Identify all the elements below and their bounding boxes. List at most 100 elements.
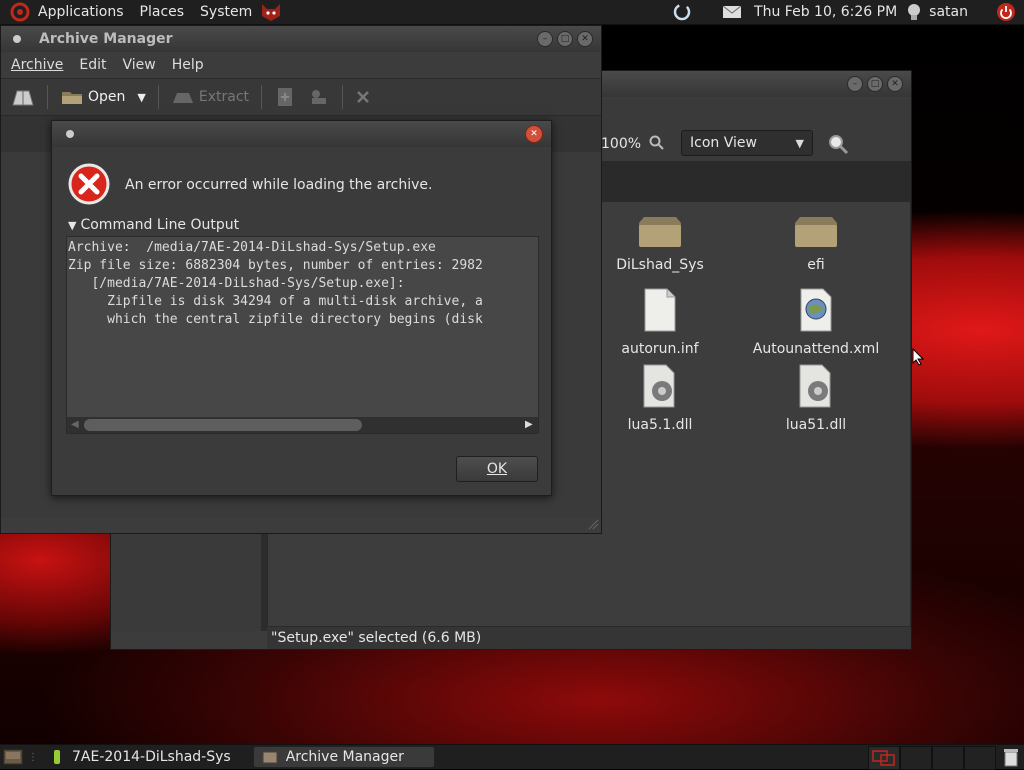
output-line: Zip file size: 6882304 bytes, number of …: [68, 258, 483, 273]
archive-manager-titlebar[interactable]: Archive Manager – □ ✕: [1, 26, 601, 52]
chevron-down-icon: ▼: [795, 136, 804, 150]
file-name: DiLshad_Sys: [616, 257, 704, 273]
error-icon: [68, 163, 110, 205]
open-button-label: Open: [88, 89, 126, 105]
horizontal-scrollbar[interactable]: ◀ ▶: [67, 417, 538, 433]
scroll-left-icon[interactable]: ◀: [71, 419, 79, 430]
file-name: autorun.inf: [621, 341, 699, 357]
output-line: which the central zipfile directory begi…: [68, 312, 483, 327]
file-item-dilshad-sys[interactable]: DiLshad_Sys: [590, 215, 730, 273]
command-output-text: Archive: /media/7AE-2014-DiLshad-Sys/Set…: [68, 239, 538, 417]
open-dropdown-button[interactable]: ▼: [131, 82, 151, 112]
output-line: [/media/7AE-2014-DiLshad-Sys/Setup.exe]:: [68, 276, 405, 291]
window-title: Archive Manager: [39, 31, 173, 47]
workspace-1[interactable]: [868, 746, 900, 770]
menu-help[interactable]: Help: [164, 57, 212, 73]
distro-logo-icon[interactable]: [10, 2, 30, 22]
extract-icon: [172, 93, 193, 103]
maximize-icon[interactable]: □: [557, 31, 573, 47]
search-icon[interactable]: [827, 133, 849, 155]
dialog-close-icon[interactable]: ✕: [525, 125, 543, 143]
panel-grip-icon: ⋮: [28, 751, 38, 763]
workspace-switcher[interactable]: [868, 746, 996, 770]
file-name: Autounattend.xml: [752, 341, 880, 357]
add-folder-button[interactable]: [302, 82, 336, 112]
command-output-expander[interactable]: ▼ Command Line Output: [68, 217, 239, 233]
menu-system[interactable]: System: [192, 4, 260, 20]
error-dialog: ✕ An error occurred while loading the ar…: [51, 120, 552, 496]
trash-icon[interactable]: [1002, 747, 1020, 767]
expander-label: Command Line Output: [80, 217, 240, 233]
add-folder-icon: [312, 90, 327, 104]
stop-button[interactable]: [349, 82, 377, 112]
menu-places[interactable]: Places: [132, 4, 193, 20]
minimize-icon[interactable]: –: [847, 76, 863, 92]
scroll-right-icon[interactable]: ▶: [525, 419, 533, 430]
resize-grip-icon[interactable]: [587, 518, 599, 530]
xml-document-icon: [797, 287, 835, 337]
library-icon: [640, 363, 680, 413]
menu-view[interactable]: View: [115, 57, 164, 73]
taskbar-item-archive-manager[interactable]: Archive Manager: [252, 746, 435, 768]
taskbar-item-label: 7AE-2014-DiLshad-Sys: [72, 749, 231, 765]
menu-applications[interactable]: Applications: [30, 4, 132, 20]
view-select-value: Icon View: [690, 135, 757, 151]
taskbar-item-label: Archive Manager: [285, 749, 404, 765]
folder-open-icon: [62, 92, 82, 104]
file-name: lua5.1.dll: [627, 417, 693, 433]
menu-archive[interactable]: Archive: [3, 57, 71, 73]
show-desktop-icon[interactable]: [2, 747, 24, 767]
extract-button[interactable]: Extract: [165, 82, 255, 112]
workspace-2[interactable]: [900, 746, 932, 770]
status-text: "Setup.exe" selected (6.6 MB): [271, 630, 482, 646]
file-item-efi[interactable]: efi: [746, 215, 886, 273]
bottom-panel: ⋮ 7AE-2014-DiLshad-Sys Archive Manager: [0, 744, 1024, 770]
status-bar: "Setup.exe" selected (6.6 MB): [267, 627, 911, 649]
expander-arrow-icon: ▼: [68, 218, 77, 232]
maximize-icon[interactable]: □: [867, 76, 883, 92]
file-item-autorun-inf[interactable]: autorun.inf: [590, 287, 730, 357]
document-icon: [641, 287, 679, 337]
file-item-lua51-dll[interactable]: lua51.dll: [746, 363, 886, 433]
open-button[interactable]: Open: [54, 82, 131, 112]
extract-button-label: Extract: [198, 89, 250, 105]
zoom-level: 100%: [601, 136, 642, 152]
clock[interactable]: Thu Feb 10, 6:26 PM: [754, 4, 897, 20]
error-dialog-titlebar[interactable]: ✕: [52, 121, 551, 147]
zoom-out-icon[interactable]: [649, 135, 665, 151]
new-archive-button[interactable]: [5, 82, 41, 112]
file-item-autounattend-xml[interactable]: Autounattend.xml: [746, 287, 886, 357]
user-bulb-icon: [907, 3, 921, 21]
update-icon[interactable]: [672, 2, 692, 22]
file-item-lua5-1-dll[interactable]: lua5.1.dll: [590, 363, 730, 433]
mouse-pointer-icon: [912, 347, 925, 366]
folder-icon: [792, 215, 840, 253]
power-icon[interactable]: [996, 2, 1016, 22]
window-menu-icon[interactable]: [13, 35, 21, 43]
user-name[interactable]: satan: [929, 4, 968, 20]
usb-drive-icon: [54, 750, 60, 764]
workspace-3[interactable]: [932, 746, 964, 770]
ok-button-label: OK: [486, 461, 508, 477]
folder-icon: [636, 215, 684, 253]
output-line: Zipfile is disk 34294 of a multi-disk ar…: [68, 294, 483, 309]
minimize-icon[interactable]: –: [537, 31, 553, 47]
scrollbar-thumb[interactable]: [84, 419, 362, 431]
window-menu-icon[interactable]: [66, 130, 74, 138]
close-icon[interactable]: ✕: [887, 76, 903, 92]
stop-icon: [357, 91, 369, 103]
view-select[interactable]: Icon View ▼: [681, 130, 813, 156]
taskbar-item-7ae-2014-dilshad-sys[interactable]: 7AE-2014-DiLshad-Sys: [44, 746, 239, 768]
workspace-4[interactable]: [964, 746, 996, 770]
file-name: lua51.dll: [785, 417, 847, 433]
menu-edit[interactable]: Edit: [71, 57, 114, 73]
close-icon[interactable]: ✕: [577, 31, 593, 47]
cat-launcher-icon[interactable]: [260, 2, 282, 22]
ok-button[interactable]: OK: [456, 456, 538, 482]
archive-toolbar: Open ▼ Extract: [1, 78, 601, 116]
add-files-button[interactable]: [268, 82, 302, 112]
file-name: efi: [807, 257, 825, 273]
error-message: An error occurred while loading the arch…: [125, 177, 433, 193]
mail-icon[interactable]: [722, 4, 742, 20]
command-output-box[interactable]: Archive: /media/7AE-2014-DiLshad-Sys/Set…: [66, 236, 539, 434]
